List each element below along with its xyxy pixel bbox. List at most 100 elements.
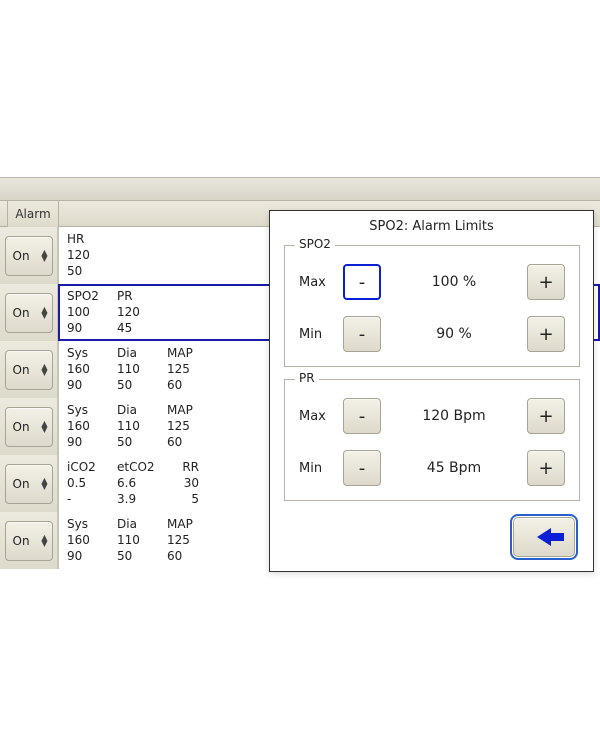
value-cell: 3.9 xyxy=(117,491,167,507)
value-cell: 110 xyxy=(117,418,167,434)
column-label: Dia xyxy=(117,345,167,361)
value-cell: - xyxy=(67,491,117,507)
up-down-icon: ▲▼ xyxy=(41,535,47,547)
pr-min-plus-button[interactable]: + xyxy=(527,450,565,486)
pr-max-plus-button[interactable]: + xyxy=(527,398,565,434)
value-cell: 120 xyxy=(67,247,117,263)
column-label: MAP xyxy=(167,402,217,418)
value-cell: 110 xyxy=(117,532,167,548)
alarm-on-label: On xyxy=(13,420,30,434)
fieldset-spo2: SPO2 Max - 100 % + Min - 90 % + xyxy=(284,245,580,367)
value-cell: 50 xyxy=(117,434,167,450)
alarm-on-toggle[interactable]: On ▲▼ xyxy=(5,407,53,447)
spo2-max-value: 100 % xyxy=(381,274,527,290)
value-cell: 125 xyxy=(167,418,217,434)
column-label: MAP xyxy=(167,516,217,532)
column-label: etCO2 xyxy=(117,459,167,475)
spo2-min-minus-button[interactable]: - xyxy=(343,316,381,352)
up-down-icon: ▲▼ xyxy=(41,478,47,490)
alarm-on-cell: On ▲▼ xyxy=(0,455,58,512)
value-cell: 45 xyxy=(117,320,167,336)
column-label: MAP xyxy=(167,345,217,361)
fieldset-pr: PR Max - 120 Bpm + Min - 45 Bpm + xyxy=(284,379,580,501)
header-alarm: Alarm xyxy=(7,201,59,227)
spo2-max-minus-button[interactable]: - xyxy=(343,264,381,300)
column-label: Sys xyxy=(67,516,117,532)
value-cell: 6.6 xyxy=(117,475,167,491)
spo2-max-row: Max - 100 % + xyxy=(299,262,565,302)
alarm-on-cell: On ▲▼ xyxy=(0,227,58,284)
value-cell: 100 xyxy=(67,304,117,320)
alarm-values-grid: iCO2etCO2RR 0.56.630 -3.95 xyxy=(67,459,217,507)
alarm-on-toggle[interactable]: On ▲▼ xyxy=(5,293,53,333)
alarm-on-toggle[interactable]: On ▲▼ xyxy=(5,521,53,561)
alarm-on-label: On xyxy=(13,477,30,491)
header-alarm-label: Alarm xyxy=(15,207,50,221)
value-cell: 60 xyxy=(167,548,217,564)
column-label: PR xyxy=(117,288,167,304)
up-down-icon: ▲▼ xyxy=(41,307,47,319)
fieldset-pr-legend: PR xyxy=(295,371,319,385)
spo2-max-label: Max xyxy=(299,275,343,290)
value-cell: 110 xyxy=(117,361,167,377)
column-label: Sys xyxy=(67,402,117,418)
alarm-on-label: On xyxy=(13,363,30,377)
alarm-on-label: On xyxy=(13,306,30,320)
column-label: Dia xyxy=(117,402,167,418)
pr-max-row: Max - 120 Bpm + xyxy=(299,396,565,436)
value-cell: 125 xyxy=(167,532,217,548)
spo2-min-row: Min - 90 % + xyxy=(299,314,565,354)
up-down-icon: ▲▼ xyxy=(41,421,47,433)
up-down-icon: ▲▼ xyxy=(41,250,47,262)
value-cell: 60 xyxy=(167,434,217,450)
alarm-on-toggle[interactable]: On ▲▼ xyxy=(5,236,53,276)
alarm-on-toggle[interactable]: On ▲▼ xyxy=(5,350,53,390)
column-label: Sys xyxy=(67,345,117,361)
value-cell: 90 xyxy=(67,377,117,393)
dialog-title: SPO2: Alarm Limits xyxy=(270,211,593,238)
spo2-max-plus-button[interactable]: + xyxy=(527,264,565,300)
value-cell: 60 xyxy=(167,377,217,393)
alarm-values-grid: SysDiaMAP160110125905060 xyxy=(67,516,217,564)
value-cell: 160 xyxy=(67,418,117,434)
pr-min-value: 45 Bpm xyxy=(381,460,527,476)
alarm-on-cell: On ▲▼ xyxy=(0,512,58,569)
column-label: RR xyxy=(167,459,217,475)
alarm-on-label: On xyxy=(13,249,30,263)
pr-min-label: Min xyxy=(299,461,343,476)
pr-max-label: Max xyxy=(299,409,343,424)
value-cell: 50 xyxy=(117,377,167,393)
back-button[interactable] xyxy=(513,517,575,557)
spo2-min-value: 90 % xyxy=(381,326,527,342)
value-cell: 5 xyxy=(167,491,217,507)
alarm-on-toggle[interactable]: On ▲▼ xyxy=(5,464,53,504)
alarm-limits-dialog: SPO2: Alarm Limits SPO2 Max - 100 % + Mi… xyxy=(269,210,594,572)
arrow-left-icon xyxy=(537,528,551,546)
toolbar xyxy=(0,177,600,201)
alarm-values-grid: HR12050 xyxy=(67,231,117,279)
pr-max-minus-button[interactable]: - xyxy=(343,398,381,434)
pr-min-minus-button[interactable]: - xyxy=(343,450,381,486)
column-label: iCO2 xyxy=(67,459,117,475)
alarm-values-grid: SysDiaMAP160110125905060 xyxy=(67,345,217,393)
up-down-icon: ▲▼ xyxy=(41,364,47,376)
value-cell: 160 xyxy=(67,532,117,548)
value-cell: 30 xyxy=(167,475,217,491)
alarm-on-cell: On ▲▼ xyxy=(0,341,58,398)
value-cell: 120 xyxy=(117,304,167,320)
alarm-on-label: On xyxy=(13,534,30,548)
spo2-min-label: Min xyxy=(299,327,343,342)
value-cell: 50 xyxy=(67,263,117,279)
pr-max-value: 120 Bpm xyxy=(381,408,527,424)
column-label: Dia xyxy=(117,516,167,532)
pr-min-row: Min - 45 Bpm + xyxy=(299,448,565,488)
alarm-values-grid: SPO2PR1001209045 xyxy=(67,288,167,336)
alarm-on-cell: On ▲▼ xyxy=(0,284,58,341)
value-cell: 0.5 xyxy=(67,475,117,491)
spo2-min-plus-button[interactable]: + xyxy=(527,316,565,352)
alarm-on-cell: On ▲▼ xyxy=(0,398,58,455)
alarm-values-grid: SysDiaMAP160110125905060 xyxy=(67,402,217,450)
value-cell: 90 xyxy=(67,320,117,336)
fieldset-spo2-legend: SPO2 xyxy=(295,237,335,251)
value-cell: 125 xyxy=(167,361,217,377)
